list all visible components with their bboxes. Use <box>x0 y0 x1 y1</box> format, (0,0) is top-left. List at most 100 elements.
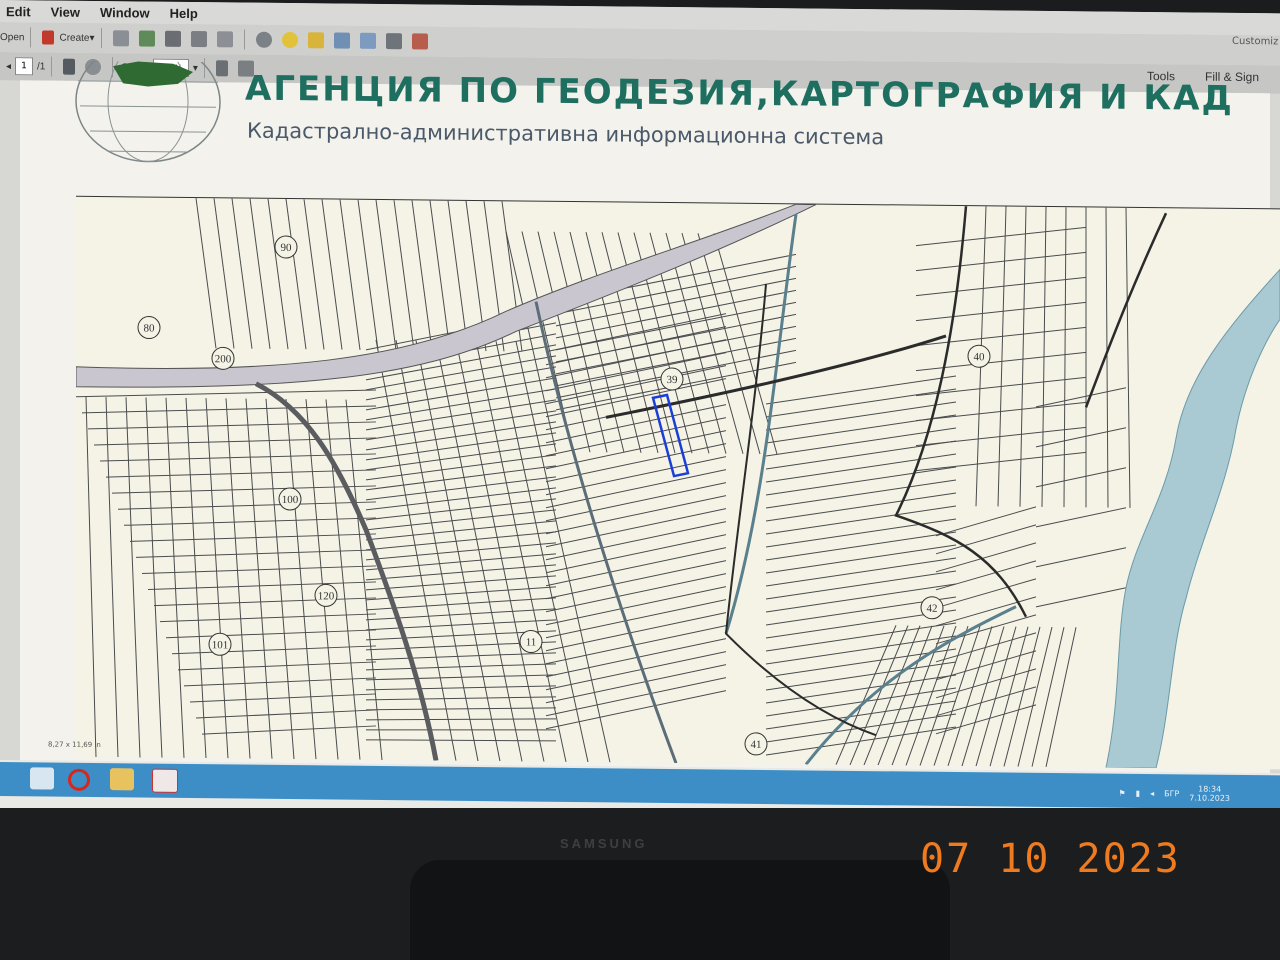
parcel-boundary <box>365 718 557 721</box>
page-number-field[interactable]: 1 <box>15 57 34 76</box>
stamp-icon[interactable] <box>385 33 402 50</box>
parcel-boundary <box>105 397 119 758</box>
start-button[interactable] <box>30 767 54 790</box>
parcel-boundary <box>159 613 377 623</box>
parcel-boundary <box>87 421 377 430</box>
comment-icon[interactable] <box>281 31 298 49</box>
clock-date: 7.10.2023 <box>1189 793 1230 803</box>
volume-icon[interactable]: ◂ <box>1150 789 1154 798</box>
parcel-boundary <box>1035 507 1127 528</box>
menu-window[interactable]: Window <box>100 5 150 21</box>
open-button[interactable]: Open <box>0 32 24 43</box>
previous-page-icon[interactable]: ◂ <box>6 61 11 72</box>
parcel-boundary <box>569 231 625 453</box>
save-icon[interactable] <box>112 30 129 47</box>
share-icon[interactable] <box>411 33 428 50</box>
cloud-upload-icon[interactable] <box>138 30 155 47</box>
parcel-boundary <box>935 668 1037 699</box>
clock[interactable]: 18:34 7.10.2023 <box>1189 784 1230 803</box>
highlight-icon[interactable] <box>307 32 324 49</box>
parcel-boundary <box>76 389 377 398</box>
email-icon[interactable] <box>216 31 233 48</box>
parcel-boundary <box>125 397 141 758</box>
parcel-label: 100 <box>282 494 299 506</box>
parcel-boundary <box>177 661 377 671</box>
parcel-boundary <box>183 677 377 687</box>
customize-link[interactable]: Customiz <box>1232 36 1278 47</box>
parcel-boundary <box>305 399 339 760</box>
create-button[interactable]: Create <box>59 32 89 43</box>
parcel-boundary <box>765 674 957 704</box>
language-indicator[interactable]: БГР <box>1164 789 1179 798</box>
attach-icon[interactable] <box>359 32 376 49</box>
parcel-boundary <box>285 198 307 350</box>
network-icon[interactable]: ▮ <box>1136 788 1140 797</box>
road-center <box>534 301 678 764</box>
file-explorer-icon[interactable] <box>110 768 134 791</box>
parcel-boundary <box>765 375 957 405</box>
opera-browser-icon[interactable] <box>68 768 90 791</box>
parcel-boundary <box>765 687 957 717</box>
boundary-west-wedge <box>724 283 877 737</box>
parcel-boundary <box>93 437 377 446</box>
parcel-boundary <box>265 398 295 760</box>
parcel-boundary <box>365 520 557 541</box>
parcel-boundary <box>225 398 251 759</box>
parcel-boundary <box>961 626 1005 767</box>
parcel-boundary <box>147 581 377 591</box>
create-pdf-icon <box>42 30 55 45</box>
parcel-label: 80 <box>144 323 155 335</box>
parcel-boundary <box>201 725 377 735</box>
monitor-brand-logo: SAMSUNG <box>560 836 648 851</box>
parcel-boundary <box>365 366 557 401</box>
pdf-page: АГЕНЦИЯ ПО ГЕОДЕЗИЯ,КАРТОГРАФИЯ И КАД Ка… <box>20 60 1280 774</box>
parcel-boundary <box>111 485 377 494</box>
parcel-boundary <box>765 492 957 522</box>
parcel-boundary <box>85 396 97 758</box>
page-size-label: 8,27 x 11,69 in <box>48 740 101 750</box>
parcel-boundary <box>267 198 289 350</box>
parcel-boundary <box>1031 627 1065 767</box>
parcel-boundary <box>1035 387 1127 408</box>
parcel-boundary <box>553 231 608 453</box>
parcel-boundary <box>365 531 557 551</box>
parcel-boundary <box>345 399 383 761</box>
parcel-boundary <box>365 487 557 511</box>
parcel-boundary <box>765 635 957 665</box>
parcel-boundary <box>325 399 361 760</box>
menu-edit[interactable]: Edit <box>6 4 31 19</box>
parcel-boundary <box>765 648 957 678</box>
screen: Edit View Window Help Open Create ▾ Cust… <box>0 0 1280 844</box>
print-icon[interactable] <box>164 30 181 47</box>
parcel-boundary <box>935 542 1037 573</box>
parcel-boundary <box>365 739 557 742</box>
parcel-boundary <box>1063 207 1067 508</box>
cadastral-map-drawing: 90 80 200 39 40 100 120 101 11 42 41 <box>76 197 1280 769</box>
acrobat-reader-icon[interactable] <box>152 768 178 793</box>
flag-icon[interactable]: ⚑ <box>1118 788 1125 797</box>
parcel-boundary <box>765 557 957 587</box>
parcel-boundary <box>321 199 343 350</box>
menu-help[interactable]: Help <box>170 5 198 20</box>
parcel-boundary <box>117 501 377 510</box>
parcel-boundary <box>1125 207 1131 508</box>
parcel-label: 41 <box>751 739 762 751</box>
toolbar-divider <box>30 27 32 48</box>
page-count-label: /1 <box>37 60 46 72</box>
toolbar-divider <box>51 56 53 77</box>
parcel-label: 40 <box>974 351 985 363</box>
parcel-boundary <box>765 388 957 418</box>
parcel-boundary <box>365 553 557 571</box>
parcel-boundary <box>365 509 557 531</box>
parcel-boundary <box>365 707 557 711</box>
parcel-boundary <box>915 276 1087 297</box>
parcel-boundary <box>765 505 957 535</box>
chevron-down-icon[interactable]: ▾ <box>89 32 94 43</box>
edit-icon[interactable] <box>190 30 207 48</box>
parcel-boundary <box>153 597 377 607</box>
parcel-label: 90 <box>281 242 292 254</box>
settings-icon[interactable] <box>255 31 272 48</box>
document-viewport: АГЕНЦИЯ ПО ГЕОДЕЗИЯ,КАРТОГРАФИЯ И КАД Ка… <box>0 60 1280 774</box>
document-icon[interactable] <box>333 32 350 49</box>
menu-view[interactable]: View <box>51 4 80 19</box>
